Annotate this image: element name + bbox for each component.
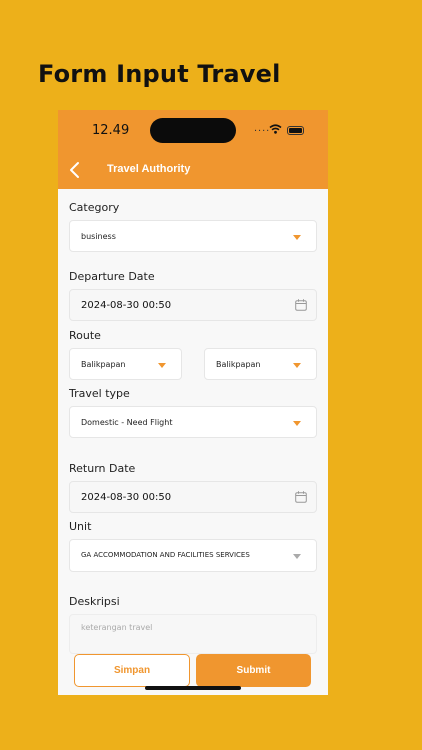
phone-screen: 12.49 .... Travel Authority Category bus… (58, 110, 328, 695)
route-from-value: Balikpapan (81, 360, 126, 369)
route-to-value: Balikpapan (216, 360, 261, 369)
return-date-label: Return Date (69, 462, 136, 475)
route-from-select[interactable]: Balikpapan (69, 348, 182, 380)
calendar-icon[interactable] (295, 491, 307, 503)
dynamic-island (150, 118, 236, 143)
nav-bar: Travel Authority (58, 152, 328, 189)
travel-type-label: Travel type (69, 387, 130, 400)
deskripsi-label: Deskripsi (69, 595, 120, 608)
category-value: business (81, 232, 116, 241)
route-to-select[interactable]: Balikpapan (204, 348, 317, 380)
signal-icon: .... (254, 122, 271, 134)
departure-date-field[interactable]: 2024-08-30 00:50 (69, 289, 317, 321)
calendar-icon[interactable] (295, 299, 307, 311)
submit-button[interactable]: Submit (196, 654, 311, 687)
deskripsi-placeholder: keterangan travel (81, 623, 153, 632)
home-indicator[interactable] (145, 686, 241, 690)
chevron-down-icon (293, 363, 301, 368)
deskripsi-textarea[interactable]: keterangan travel (69, 614, 317, 654)
back-arrow-icon[interactable] (66, 160, 86, 180)
simpan-button[interactable]: Simpan (74, 654, 190, 687)
wifi-icon (269, 124, 282, 134)
battery-icon (287, 126, 304, 135)
unit-value: GA ACCOMMODATION AND FACILITIES SERVICES (81, 551, 250, 559)
unit-label: Unit (69, 520, 92, 533)
chevron-down-icon (293, 554, 301, 559)
category-select[interactable]: business (69, 220, 317, 252)
unit-select[interactable]: GA ACCOMMODATION AND FACILITIES SERVICES (69, 539, 317, 572)
chevron-down-icon (293, 421, 301, 426)
page-headline: Form Input Travel (38, 60, 281, 88)
chevron-down-icon (158, 363, 166, 368)
return-date-field[interactable]: 2024-08-30 00:50 (69, 481, 317, 513)
chevron-down-icon (293, 235, 301, 240)
route-label: Route (69, 329, 101, 342)
travel-type-select[interactable]: Domestic - Need Flight (69, 406, 317, 438)
return-date-value: 2024-08-30 00:50 (81, 492, 172, 503)
status-time: 12.49 (92, 123, 130, 138)
status-bar: 12.49 .... (58, 110, 328, 152)
departure-date-label: Departure Date (69, 270, 155, 283)
travel-type-value: Domestic - Need Flight (81, 418, 173, 427)
category-label: Category (69, 201, 120, 214)
nav-title: Travel Authority (107, 163, 191, 175)
departure-date-value: 2024-08-30 00:50 (81, 300, 172, 311)
